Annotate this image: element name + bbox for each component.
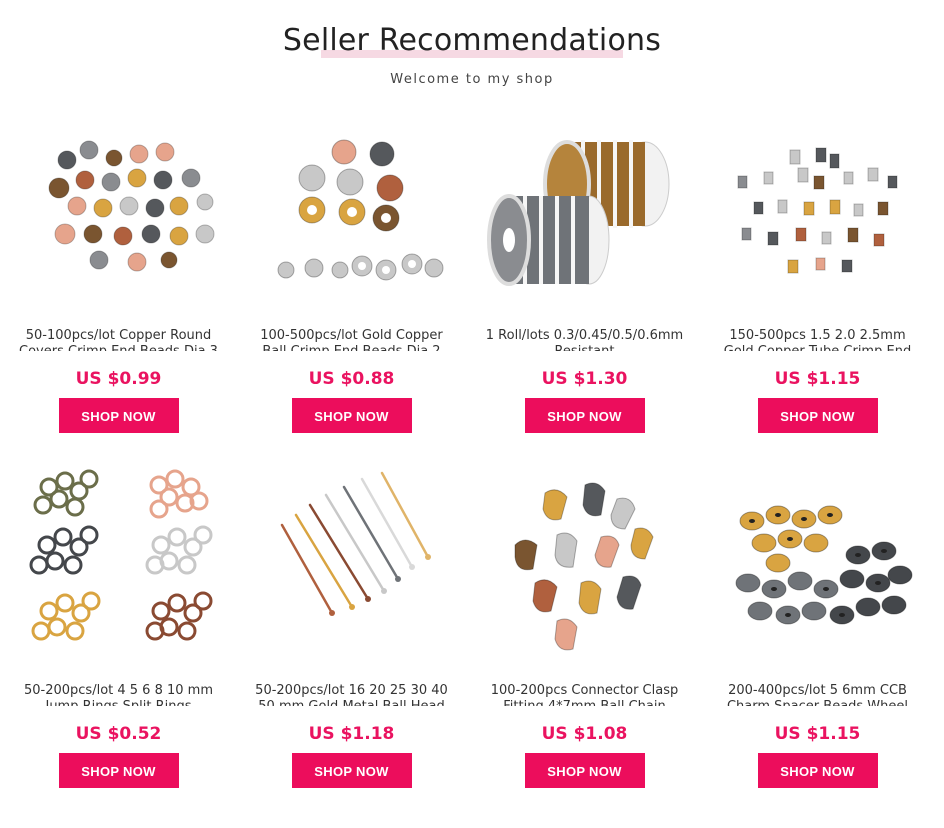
product-name[interactable]: 200-400pcs/lot 5 6mm CCB Charm Spacer Be… <box>718 683 918 706</box>
product-name[interactable]: 50-200pcs/lot 16 20 25 30 40 50 mm Gold … <box>252 683 452 706</box>
product-price: US $0.52 <box>75 724 162 744</box>
product-card[interactable]: 50-200pcs/lot 4 5 6 8 10 mm Jump Rings S… <box>2 465 235 820</box>
product-name[interactable]: 100-200pcs Connector Clasp Fitting 4*7mm… <box>485 683 685 706</box>
product-price: US $1.18 <box>308 724 395 744</box>
product-grid: 50-100pcs/lot Copper Round Covers Crimp … <box>2 110 936 820</box>
product-card[interactable]: 100-200pcs Connector Clasp Fitting 4*7mm… <box>468 465 701 820</box>
crimp-bead-covers-icon[interactable] <box>19 110 219 310</box>
section-subtitle: Welcome to my shop <box>390 72 554 87</box>
product-name[interactable]: 50-200pcs/lot 4 5 6 8 10 mm Jump Rings S… <box>19 683 219 706</box>
shop-now-button[interactable]: SHOP NOW <box>757 753 878 788</box>
product-card[interactable]: 200-400pcs/lot 5 6mm CCB Charm Spacer Be… <box>701 465 934 820</box>
product-name[interactable]: 50-100pcs/lot Copper Round Covers Crimp … <box>19 328 219 351</box>
product-price: US $1.15 <box>774 724 861 744</box>
section-title: Seller Recommendations <box>282 23 662 58</box>
product-price: US $0.88 <box>308 369 395 389</box>
product-name[interactable]: 150-500pcs 1.5 2.0 2.5mm Gold Copper Tub… <box>718 328 918 351</box>
product-card[interactable]: 50-100pcs/lot Copper Round Covers Crimp … <box>2 110 235 465</box>
section-header: Seller Recommendations Welcome to my sho… <box>0 0 944 100</box>
title-wrap: Seller Recommendations <box>283 22 661 60</box>
head-pins-icon[interactable] <box>252 465 452 665</box>
shop-now-button[interactable]: SHOP NOW <box>524 753 645 788</box>
shop-now-button[interactable]: SHOP NOW <box>757 398 878 433</box>
product-price: US $1.15 <box>774 369 861 389</box>
shop-now-button[interactable]: SHOP NOW <box>58 753 179 788</box>
spacer-beads-icon[interactable] <box>718 465 918 665</box>
product-card[interactable]: 1 Roll/lots 0.3/0.45/0.5/0.6mm Resistant… <box>468 110 701 465</box>
connector-clasp-icon[interactable] <box>485 465 685 665</box>
product-price: US $1.30 <box>541 369 628 389</box>
shop-now-button[interactable]: SHOP NOW <box>58 398 179 433</box>
product-name[interactable]: 100-500pcs/lot Gold Copper Ball Crimp En… <box>252 328 452 351</box>
product-price: US $1.08 <box>541 724 628 744</box>
tube-crimp-beads-icon[interactable] <box>718 110 918 310</box>
product-price: US $0.99 <box>75 369 162 389</box>
shop-now-button[interactable]: SHOP NOW <box>524 398 645 433</box>
product-card[interactable]: 150-500pcs 1.5 2.0 2.5mm Gold Copper Tub… <box>701 110 934 465</box>
wire-spools-icon[interactable] <box>485 110 685 310</box>
product-card[interactable]: 100-500pcs/lot Gold Copper Ball Crimp En… <box>235 110 468 465</box>
ball-crimp-beads-icon[interactable] <box>252 110 452 310</box>
shop-now-button[interactable]: SHOP NOW <box>291 753 412 788</box>
jump-rings-icon[interactable] <box>19 465 219 665</box>
shop-now-button[interactable]: SHOP NOW <box>291 398 412 433</box>
product-name[interactable]: 1 Roll/lots 0.3/0.45/0.5/0.6mm Resistant <box>485 328 685 351</box>
product-card[interactable]: 50-200pcs/lot 16 20 25 30 40 50 mm Gold … <box>235 465 468 820</box>
